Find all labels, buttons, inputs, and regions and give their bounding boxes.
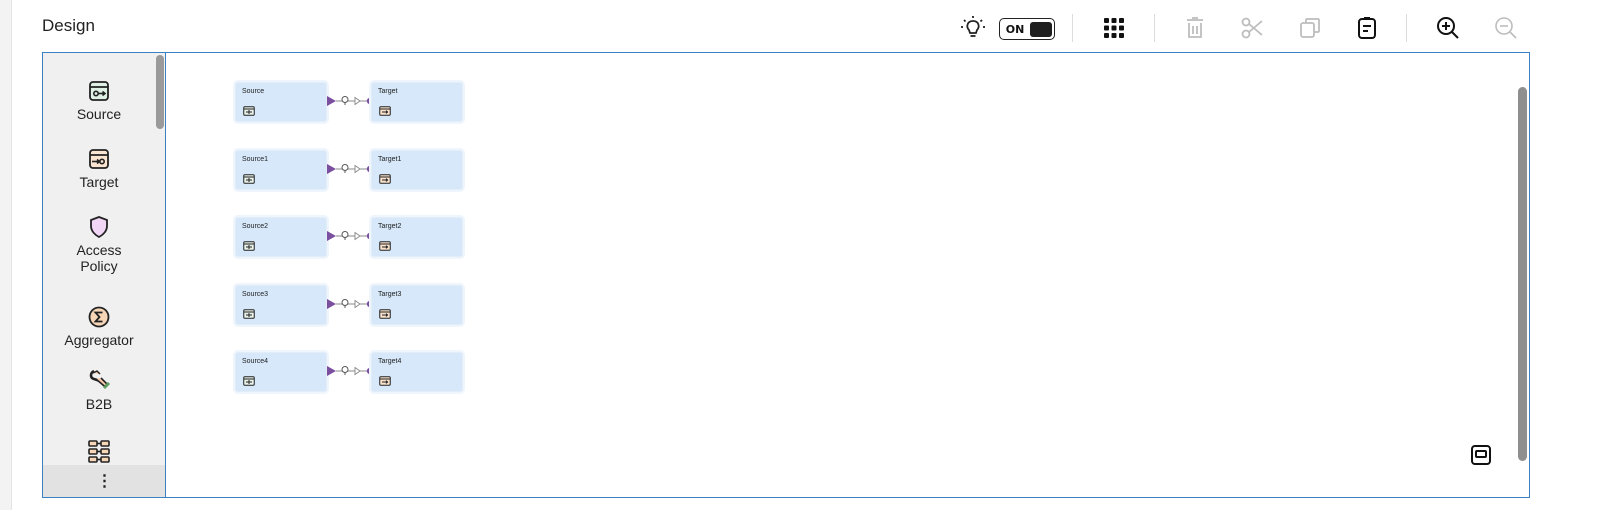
- node-label: Target: [378, 88, 398, 95]
- source-icon: [43, 79, 155, 103]
- target-node[interactable]: Target4: [371, 352, 463, 392]
- node-label: Source4: [242, 358, 269, 365]
- source-node[interactable]: Source3: [235, 285, 327, 325]
- grid-apps-icon[interactable]: [1098, 12, 1130, 44]
- palette-item-target[interactable]: Target: [43, 147, 155, 190]
- node-label: Target3: [378, 291, 402, 298]
- source-node[interactable]: Source4: [235, 352, 327, 392]
- scissors-icon[interactable]: [1236, 12, 1268, 44]
- palette-item-flow[interactable]: [43, 439, 155, 468]
- fit-to-screen-icon[interactable]: [1468, 442, 1494, 468]
- target-icon: [379, 238, 391, 251]
- connector-link[interactable]: [326, 229, 376, 243]
- palette-item-label: Aggregator: [64, 332, 134, 348]
- zoom-out-icon[interactable]: [1490, 12, 1522, 44]
- target-icon: [379, 373, 391, 386]
- palette-more-button[interactable]: ⋮: [43, 465, 165, 497]
- target-icon: [379, 171, 391, 184]
- node-label: Source1: [242, 156, 269, 163]
- node-label: Target2: [378, 223, 402, 230]
- palette-item-label: B2B: [85, 396, 113, 412]
- target-node[interactable]: Target2: [371, 217, 463, 257]
- target-node[interactable]: Target3: [371, 285, 463, 325]
- node-label: Source3: [242, 291, 269, 298]
- canvas-scrollbar[interactable]: [1518, 87, 1527, 461]
- palette-item-label: Target: [79, 174, 119, 190]
- b2b-icon: [43, 367, 155, 393]
- toolbar: ON: [0, 0, 1600, 52]
- palette-item-b2b[interactable]: B2B: [43, 367, 155, 412]
- connector-link[interactable]: [326, 162, 376, 176]
- palette-item-label: Access Policy: [76, 242, 122, 274]
- target-node[interactable]: Target1: [371, 150, 463, 190]
- flow-icon: [43, 439, 155, 465]
- toolbar-divider: [1154, 14, 1155, 42]
- toggle-knob: [1030, 21, 1052, 37]
- source-node[interactable]: Source2: [235, 217, 327, 257]
- node-label: Source: [242, 88, 265, 95]
- source-icon: [243, 238, 255, 251]
- source-icon: [243, 306, 255, 319]
- toolbar-divider: [1072, 14, 1073, 42]
- connector-link[interactable]: [326, 94, 376, 108]
- target-icon: [43, 147, 155, 171]
- toolbar-divider: [1406, 14, 1407, 42]
- design-canvas[interactable]: Source Target Source1 Target1 Source2 Target2…: [167, 53, 1529, 497]
- connector-link[interactable]: [326, 364, 376, 378]
- node-label: Target1: [378, 156, 402, 163]
- copy-icon[interactable]: [1294, 12, 1326, 44]
- design-app: Design ON Source Target Access Policy Ag…: [0, 0, 1600, 510]
- left-edge-strip: [0, 0, 12, 510]
- shield-icon: [43, 215, 155, 239]
- palette-item-source[interactable]: Source: [43, 79, 155, 122]
- lightbulb-icon[interactable]: [957, 12, 989, 44]
- toggle-label: ON: [1005, 22, 1025, 36]
- palette-scrollbar[interactable]: [156, 55, 164, 129]
- connector-link[interactable]: [326, 297, 376, 311]
- node-label: Source2: [242, 223, 269, 230]
- design-panel: Source Target Access Policy Aggregator B…: [42, 52, 1530, 498]
- toggle-switch[interactable]: ON: [999, 18, 1055, 40]
- source-icon: [243, 373, 255, 386]
- palette-item-aggregator[interactable]: Aggregator: [43, 305, 155, 348]
- source-node[interactable]: Source: [235, 82, 327, 122]
- source-icon: [243, 171, 255, 184]
- target-icon: [379, 306, 391, 319]
- zoom-in-icon[interactable]: [1432, 12, 1464, 44]
- palette-item-access-policy[interactable]: Access Policy: [43, 215, 155, 274]
- node-label: Target4: [378, 358, 402, 365]
- sigma-icon: [43, 305, 155, 329]
- component-palette: Source Target Access Policy Aggregator B…: [43, 53, 166, 497]
- target-node[interactable]: Target: [371, 82, 463, 122]
- trash-icon[interactable]: [1179, 12, 1211, 44]
- source-node[interactable]: Source1: [235, 150, 327, 190]
- target-icon: [379, 103, 391, 116]
- palette-item-label: Source: [76, 106, 122, 122]
- clipboard-icon[interactable]: [1351, 12, 1383, 44]
- source-icon: [243, 103, 255, 116]
